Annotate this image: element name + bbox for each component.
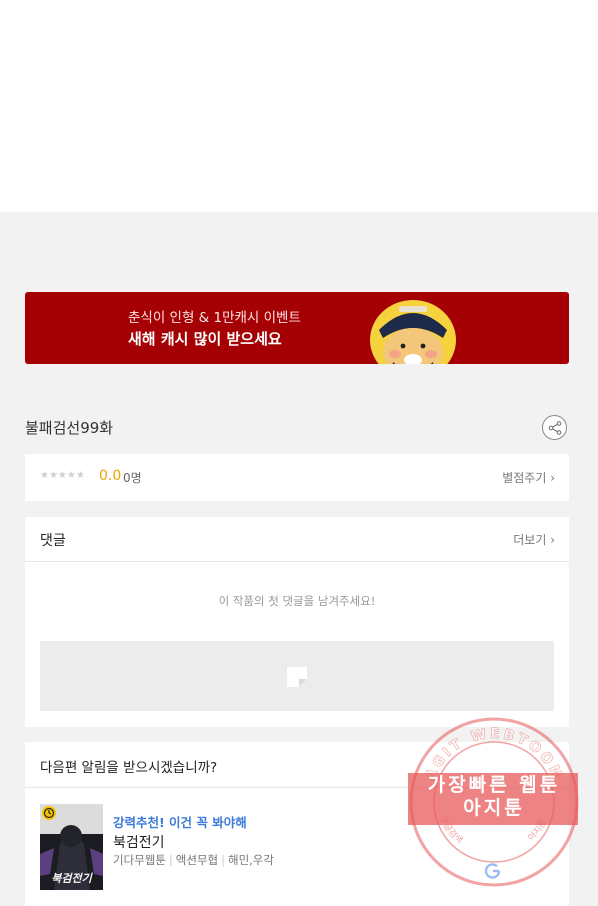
banner-title: 새해 캐시 많이 받으세요	[128, 330, 282, 348]
recommendation-label: 강력추천! 이건 꼭 봐야해	[113, 815, 247, 830]
recommendation-meta: 기다무웹툰 | 액션무협 | 해민,우각	[113, 853, 274, 867]
share-button[interactable]	[542, 415, 567, 440]
comment-more-button[interactable]: 더보기 ›	[513, 531, 555, 548]
choonsik-mascot-icon	[370, 300, 456, 364]
thumbnail-title-text: 북검전기	[51, 872, 92, 885]
banner-subtitle: 춘식이 인형 & 1만캐시 이벤트	[128, 310, 301, 326]
notify-title: 다음편 알림을 받으시겠습니까?	[40, 760, 218, 776]
comment-empty-message: 이 작품의 첫 댓글을 남겨주세요!	[218, 594, 376, 608]
comment-write-icon	[287, 667, 307, 687]
rating-score: 0.0	[99, 468, 122, 484]
rating-card: ★★★★★ 0.0 0명 별점주기 ›	[25, 454, 569, 501]
rating-count: 0명	[123, 471, 142, 485]
share-icon	[548, 421, 562, 435]
watermark-line2: 아지툰	[463, 797, 525, 819]
recommendation-thumbnail[interactable]: 북검전기	[40, 804, 103, 890]
rate-button[interactable]: 별점주기 ›	[502, 469, 555, 486]
watermark-line1: 가장빠른 웹툰	[427, 774, 561, 796]
comment-header: 댓글 더보기 ›	[25, 517, 569, 562]
meta-authors: 해민,우각	[227, 853, 274, 867]
watermark-text: 가장빠른 웹툰 아지툰	[408, 774, 580, 820]
meta-genre: 액션무협	[175, 853, 219, 867]
meta-category: 기다무웹툰	[113, 853, 166, 867]
event-banner[interactable]: 춘식이 인형 & 1만캐시 이벤트 새해 캐시 많이 받으세요	[25, 292, 569, 364]
episode-title: 불패검선99화	[25, 419, 114, 437]
comment-card: 댓글 더보기 › 이 작품의 첫 댓글을 남겨주세요!	[25, 517, 569, 727]
comment-input[interactable]	[40, 641, 554, 711]
comment-title: 댓글	[40, 533, 66, 549]
google-g-icon	[484, 863, 501, 879]
recommendation-title[interactable]: 북검전기	[113, 832, 165, 852]
rating-stars: ★★★★★	[40, 470, 85, 481]
top-blank-area	[0, 0, 598, 212]
